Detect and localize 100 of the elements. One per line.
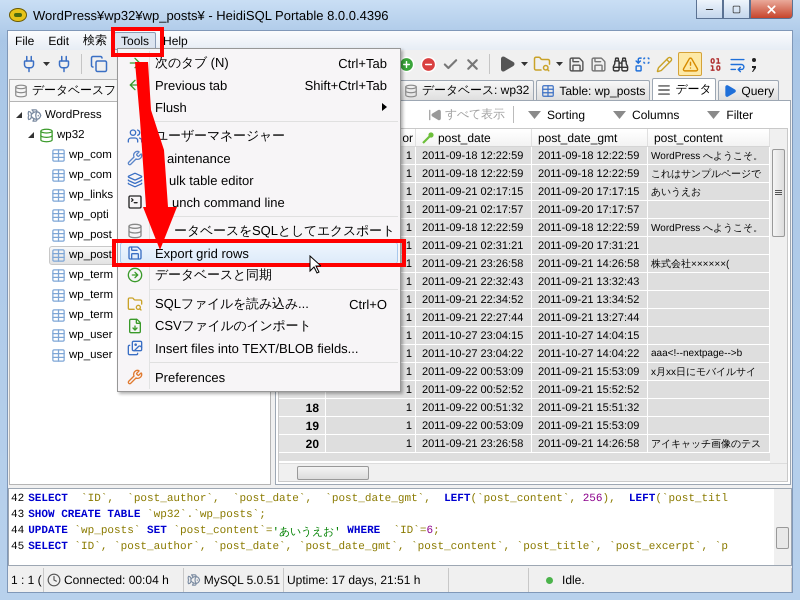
table-cell: 2011-09-21 23:26:58 — [416, 255, 532, 273]
menu-item[interactable]: Previous tab Shift+Ctrl+Tab — [120, 74, 398, 96]
table-icon — [51, 228, 66, 242]
tab[interactable]: Query — [718, 80, 780, 100]
minimize-button[interactable] — [696, 0, 723, 19]
play-icon — [723, 84, 738, 98]
table-cell: x月xx日にモバイルサイ — [648, 363, 770, 381]
tree-item[interactable]: wp_com — [49, 166, 115, 184]
table-cell: 2011-09-22 00:51:32 — [416, 399, 532, 417]
vertical-scrollbar[interactable] — [770, 129, 787, 463]
table-icon — [51, 348, 66, 362]
row-number: 20 — [279, 435, 326, 453]
table-icon — [51, 208, 66, 222]
caret-icon[interactable] — [521, 62, 528, 66]
save-icon[interactable] — [568, 56, 585, 72]
wrench-icon — [127, 369, 143, 385]
tab[interactable]: データ — [652, 78, 716, 100]
table-cell: 2011-09-20 17:31:21 — [532, 237, 648, 255]
table-icon — [51, 288, 66, 302]
table-cell: 2011-09-18 12:22:59 — [532, 147, 648, 165]
menu-item[interactable]: File — [8, 32, 42, 50]
key-icon — [422, 132, 434, 144]
tree-item[interactable]: wp_term — [49, 306, 116, 324]
status-text: Idle. — [529, 568, 792, 592]
dropdown-button[interactable]: Columns — [609, 108, 694, 122]
app-logo-icon — [9, 8, 27, 22]
play-icon[interactable] — [498, 55, 516, 73]
close-button[interactable] — [750, 0, 793, 19]
tree-item[interactable]: wp_opti — [49, 206, 112, 224]
tab[interactable]: データベース: wp32 — [399, 80, 534, 100]
dropdown-button[interactable]: Filter — [703, 108, 768, 122]
table-cell: 2011-10-27 14:04:15 — [532, 327, 648, 345]
images-icon — [127, 340, 143, 356]
maximize-button[interactable] — [723, 0, 750, 19]
database-icon — [404, 84, 418, 98]
shortcut-text: Shift+Ctrl+Tab — [304, 78, 388, 92]
table-cell: 2011-09-18 12:22:59 — [416, 147, 532, 165]
status-text: 1 : 1 ( — [8, 568, 44, 592]
menu-item[interactable]: Tools — [114, 32, 156, 50]
table-icon — [541, 84, 556, 98]
expanded-triangle-icon[interactable] — [27, 131, 35, 139]
wrench-icon — [127, 150, 143, 166]
horizontal-scrollbar[interactable] — [279, 463, 787, 481]
status-text: Uptime: 17 days, 21:51 h — [284, 568, 449, 592]
binoculars-icon[interactable] — [612, 56, 629, 72]
window-title: WordPress¥wp32¥wp_posts¥ - HeidiSQL Portable 8.0.0.4396 — [33, 8, 390, 22]
tree-item[interactable]: WordPress — [25, 106, 105, 124]
table-icon — [51, 308, 66, 322]
semicolon-icon[interactable] — [751, 56, 757, 72]
table-cell: 2011-09-22 00:53:09 — [416, 417, 532, 435]
caret-icon — [528, 110, 541, 118]
tree-item[interactable]: wp_com — [49, 146, 115, 164]
menu-item[interactable]: Flush — [120, 96, 398, 118]
save-icon[interactable] — [590, 56, 607, 72]
column-header[interactable]: post_date_gmt — [532, 129, 648, 147]
replace-icon[interactable] — [634, 56, 651, 72]
table-cell: 2011-09-21 22:27:44 — [416, 309, 532, 327]
tree-item[interactable]: wp_post — [49, 246, 115, 264]
grip-icon — [775, 190, 782, 196]
tab-label: データベースフ — [32, 82, 116, 99]
tree-item[interactable]: wp32 — [37, 126, 88, 144]
tree-item[interactable]: wp_user — [49, 326, 116, 344]
table-cell: WordPress へようこそ。 — [648, 219, 770, 237]
table-icon — [51, 248, 66, 262]
tree-item[interactable]: wp_post — [49, 226, 115, 244]
table-cell: 2011-09-21 22:34:52 — [416, 291, 532, 309]
status-dot-icon — [546, 576, 553, 584]
expanded-triangle-icon[interactable] — [15, 111, 23, 119]
menu-item[interactable]: Edit — [41, 32, 76, 50]
tree-item[interactable]: wp_term — [49, 286, 116, 304]
table-cell: 2011-09-18 12:22:59 — [532, 219, 648, 237]
remove-icon[interactable] — [420, 56, 437, 72]
column-header[interactable]: post_date — [416, 129, 532, 147]
menu-item[interactable]: Export grid rows — [120, 242, 398, 264]
mouse-pointer-icon — [309, 255, 321, 274]
code-line: 45 SELECT `ID`, `post_author`, `post_date`, `post_date_gmt`, `post_content`, `post_title`, `post_excerpt`, `p — [11, 540, 729, 555]
table-cell: 2011-09-21 14:26:58 — [532, 435, 648, 453]
caret-icon[interactable] — [556, 62, 563, 66]
tree-item[interactable]: wp_links — [49, 186, 116, 204]
table-cell: これはサンプルページで — [648, 165, 770, 183]
table-cell: 1 — [326, 435, 416, 453]
table-cell: 2011-09-21 15:53:09 — [532, 363, 648, 381]
table-cell: 2011-09-21 13:34:52 — [532, 291, 648, 309]
copy-icon[interactable] — [90, 55, 108, 73]
table-icon — [51, 148, 66, 162]
caret-icon[interactable] — [43, 62, 50, 66]
tab[interactable]: Table: wp_posts — [536, 80, 650, 100]
menu-item[interactable]: 検索 — [76, 32, 114, 50]
vertical-scrollbar[interactable] — [774, 489, 791, 565]
tree-item[interactable]: wp_term — [49, 266, 116, 284]
row-number: 19 — [279, 417, 326, 435]
column-header[interactable]: post_content — [648, 129, 770, 147]
table-icon — [51, 268, 66, 282]
dropdown-button[interactable]: Sorting — [524, 108, 600, 122]
database-icon — [14, 84, 28, 98]
tree-item[interactable]: wp_user — [49, 346, 116, 364]
warning-toggle-button[interactable] — [678, 52, 702, 76]
table-cell: 2011-10-27 23:04:22 — [416, 345, 532, 363]
fish-icon — [27, 108, 42, 122]
table-cell: 2011-09-20 17:17:57 — [532, 201, 648, 219]
